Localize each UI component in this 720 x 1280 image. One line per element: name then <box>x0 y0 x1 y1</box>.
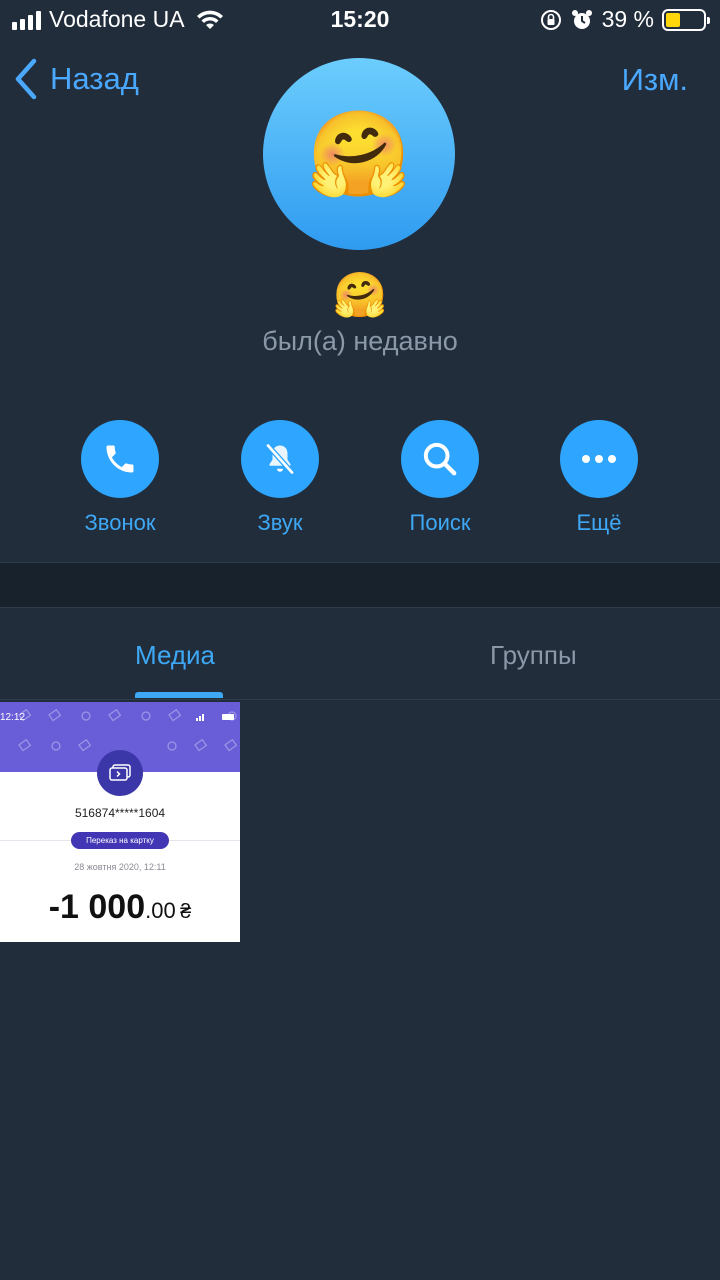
edit-button[interactable]: Изм. <box>622 62 688 98</box>
divider <box>0 699 720 700</box>
profile-name: 🤗 <box>332 271 388 320</box>
card-transfer-icon <box>97 750 143 796</box>
more-label: Ещё <box>576 510 622 535</box>
transfer-type-badge: Переказ на картку <box>71 832 169 849</box>
tab-media[interactable]: Медиа <box>135 640 215 671</box>
more-button-circle <box>560 420 638 498</box>
avatar-emoji: 🤗 <box>306 107 412 201</box>
battery-icon <box>662 8 710 31</box>
avatar[interactable]: 🤗 <box>263 58 455 250</box>
thumbnail-status-icons <box>196 714 234 721</box>
search-button[interactable]: Поиск <box>360 420 520 536</box>
amount-cents: .00 <box>145 898 176 923</box>
alarm-icon <box>571 9 592 29</box>
bell-muted-icon <box>266 443 294 475</box>
call-label: Звонок <box>84 510 156 535</box>
sound-button-circle <box>241 420 319 498</box>
battery-fill <box>666 12 681 27</box>
tab-groups[interactable]: Группы <box>490 640 577 671</box>
search-button-circle <box>401 420 479 498</box>
status-bar: Vodafone UA 15:20 39 % <box>0 0 720 40</box>
search-icon <box>423 442 457 476</box>
phone-icon <box>106 445 134 473</box>
tab-bar: Медиа Группы <box>0 608 720 700</box>
orientation-lock-icon <box>540 9 561 30</box>
call-button[interactable]: Звонок <box>40 420 200 536</box>
card-number: 516874*****1604 <box>74 806 166 820</box>
sound-button[interactable]: Звук <box>200 420 360 536</box>
active-tab-indicator <box>135 692 223 698</box>
currency-symbol: ₴ <box>180 901 192 923</box>
sound-label: Звук <box>257 510 303 535</box>
status-right: 39 % <box>540 6 710 33</box>
chevron-left-icon <box>15 58 37 100</box>
amount-main: -1 000 <box>48 888 146 926</box>
transfer-amount: -1 000.00 ₴ <box>0 888 240 927</box>
search-label: Поиск <box>409 510 471 535</box>
back-label: Назад <box>50 61 139 96</box>
more-button[interactable]: Ещё <box>519 420 679 536</box>
thumbnail-status-time: 12:12 <box>0 712 26 723</box>
back-button[interactable]: Назад <box>14 58 139 100</box>
battery-percent: 39 % <box>601 6 654 32</box>
call-button-circle <box>81 420 159 498</box>
transfer-date: 28 жовтня 2020, 12:11 <box>74 862 166 872</box>
last-seen-status: был(а) недавно <box>262 326 458 356</box>
section-gap <box>0 563 720 607</box>
more-icon <box>582 455 616 463</box>
media-thumbnail[interactable]: 12:12 516874*****1604 Переказ на картку … <box>0 702 240 942</box>
